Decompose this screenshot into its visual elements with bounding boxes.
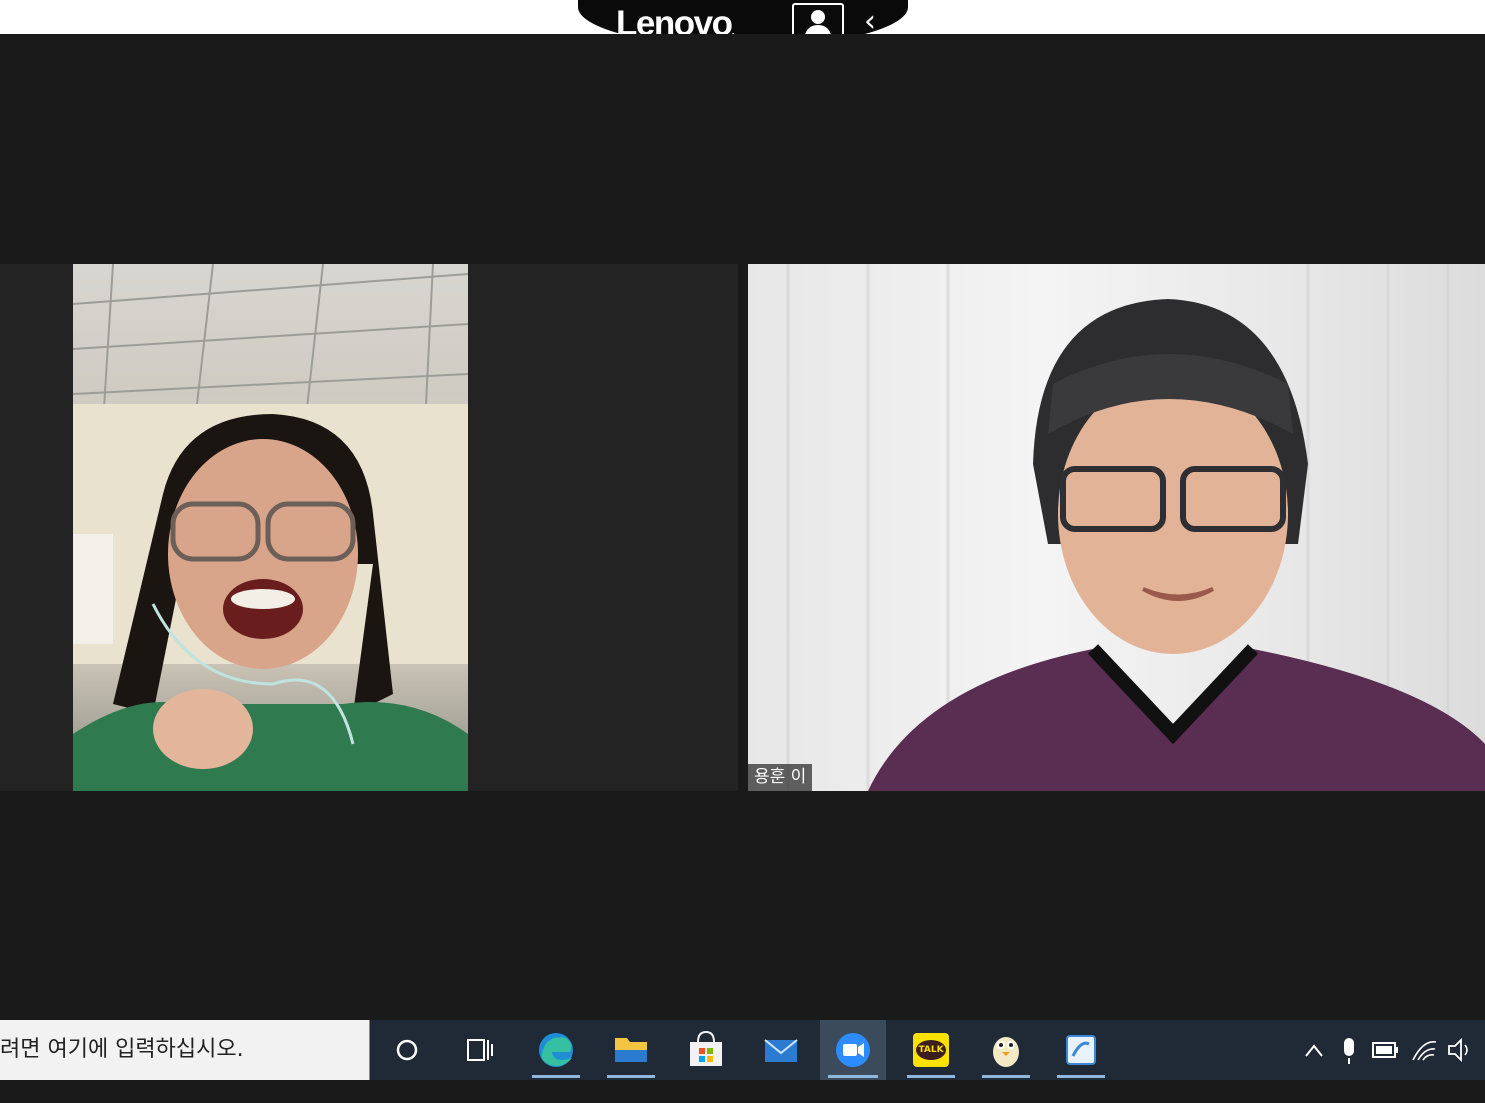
running-indicator	[1057, 1075, 1105, 1078]
running-indicator	[982, 1075, 1030, 1078]
circle-icon	[396, 1039, 418, 1061]
kakaotalk-label: TALK	[916, 1040, 946, 1060]
store-icon	[690, 1030, 722, 1066]
zoom-button[interactable]	[820, 1020, 886, 1080]
participant-name-tag: 용훈 이	[748, 764, 813, 791]
penguin-app-button[interactable]	[976, 1020, 1036, 1080]
kakaotalk-button[interactable]: TALK	[901, 1020, 961, 1080]
mail-icon	[764, 1039, 798, 1062]
kakaotalk-icon: TALK	[913, 1033, 949, 1067]
microphone-icon[interactable]	[1336, 1020, 1362, 1080]
task-view-button[interactable]	[450, 1020, 510, 1080]
speaker-icon[interactable]	[1444, 1020, 1474, 1080]
chevron-up-icon[interactable]	[1300, 1020, 1328, 1080]
wifi-icon[interactable]	[1408, 1020, 1438, 1080]
folder-icon	[615, 1038, 647, 1062]
running-indicator	[532, 1075, 580, 1078]
windows-taskbar: 려면 여기에 입력하십시오. TALK	[0, 1020, 1485, 1080]
hwp-button[interactable]	[1051, 1020, 1111, 1080]
store-button[interactable]	[676, 1020, 736, 1080]
video-tile-participant-2[interactable]: 용훈 이	[748, 264, 1485, 791]
file-explorer-button[interactable]	[601, 1020, 661, 1080]
cortana-button[interactable]	[377, 1020, 437, 1080]
running-indicator	[607, 1075, 655, 1078]
edge-icon	[539, 1033, 573, 1067]
taskbar-search-input[interactable]: 려면 여기에 입력하십시오.	[0, 1020, 370, 1080]
hwp-icon	[1066, 1035, 1096, 1065]
edge-button[interactable]	[526, 1020, 586, 1080]
running-indicator	[907, 1075, 955, 1078]
mail-button[interactable]	[751, 1020, 811, 1080]
zoom-icon	[836, 1033, 870, 1067]
penguin-icon	[993, 1037, 1019, 1067]
battery-icon[interactable]	[1370, 1020, 1400, 1080]
participant-1-video	[73, 264, 468, 791]
running-indicator	[828, 1075, 878, 1078]
task-view-icon	[467, 1039, 493, 1061]
